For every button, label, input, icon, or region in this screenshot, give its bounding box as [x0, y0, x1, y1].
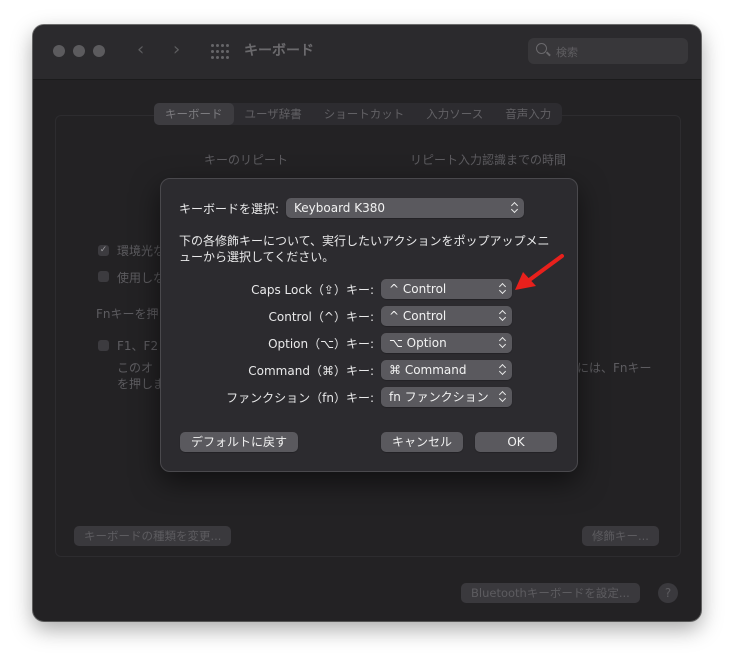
note-line1: このオ [117, 361, 154, 375]
forward-chevron-icon[interactable]: › [173, 39, 180, 60]
note-line1-right: には、Fnキー [577, 361, 652, 375]
function-keys-checkbox[interactable] [98, 340, 109, 351]
option-action-popup[interactable]: ⌥ Option [381, 333, 512, 353]
bluetooth-keyboard-button[interactable]: Bluetoothキーボードを設定... [461, 583, 640, 603]
updown-chevron-icon [499, 310, 506, 322]
close-window-button[interactable] [53, 45, 65, 57]
ok-button[interactable]: OK [475, 432, 557, 452]
updown-chevron-icon [499, 337, 506, 349]
caps-lock-action-popup[interactable]: ^ Control [381, 279, 512, 299]
description-line1: 下の各修飾キーについて、実行したいアクションをポップアップメニ [179, 234, 550, 248]
ambient-light-checkbox[interactable]: ✓ [98, 245, 109, 256]
command-key-label: Command（⌘）キー: [248, 364, 374, 378]
modifier-keys-button[interactable]: 修飾キー... [582, 526, 659, 546]
zoom-window-button[interactable] [93, 45, 105, 57]
tab-dictation[interactable]: 音声入力 [494, 103, 562, 125]
select-keyboard-label: キーボードを選択: [179, 202, 280, 216]
modifier-keys-sheet: キーボードを選択: Keyboard K380 下の各修飾キーについて、実行した… [160, 178, 578, 472]
command-action-popup[interactable]: ⌘ Command [381, 360, 512, 380]
tab-input-sources[interactable]: 入力ソース [415, 103, 494, 125]
cancel-button[interactable]: キャンセル [381, 432, 463, 452]
function-keys-label: F1、F2 [117, 339, 159, 353]
command-action-value: ⌘ Command [389, 363, 467, 377]
minimize-window-button[interactable] [73, 45, 85, 57]
back-chevron-icon[interactable]: ‹ [137, 39, 144, 60]
option-key-label: Option（⌥）キー: [268, 337, 374, 351]
function-action-popup[interactable]: fn ファンクション [381, 387, 512, 407]
annotation-arrow-icon [515, 254, 564, 290]
tab-user-dictionary[interactable]: ユーザ辞書 [234, 103, 313, 125]
updown-chevron-icon [499, 364, 506, 376]
tab-keyboard[interactable]: キーボード [154, 103, 234, 125]
caps-lock-key-label: Caps Lock（⇪）キー: [251, 283, 374, 297]
keyboard-select-popup[interactable]: Keyboard K380 [286, 198, 524, 218]
keyboard-select-value: Keyboard K380 [294, 201, 385, 215]
caps-lock-action-value: ^ Control [389, 282, 447, 296]
updown-chevron-icon [499, 283, 506, 295]
unused-checkbox[interactable] [98, 271, 109, 282]
description-line2: ューから選択してください。 [179, 250, 335, 264]
fn-key-label: Fnキーを押 [96, 307, 159, 321]
function-action-value: fn ファンクション [389, 390, 489, 404]
search-icon [536, 43, 547, 54]
repeat-delay-label: リピート入力認識までの時間 [410, 153, 567, 167]
title-bar: ‹ › キーボード 検索 [33, 25, 701, 80]
tab-bar: キーボード ユーザ辞書 ショートカット 入力ソース 音声入力 [154, 103, 563, 125]
help-button[interactable]: ? [658, 583, 678, 603]
control-action-popup[interactable]: ^ Control [381, 306, 512, 326]
note-line2: を押しま [117, 377, 166, 391]
key-repeat-label: キーのリピート [204, 153, 289, 167]
window-title: キーボード [244, 43, 314, 59]
function-key-label: ファンクション（fn）キー: [226, 391, 374, 405]
tab-shortcuts[interactable]: ショートカット [313, 103, 416, 125]
control-action-value: ^ Control [389, 309, 447, 323]
updown-chevron-icon [511, 202, 518, 214]
search-placeholder: 検索 [556, 46, 578, 59]
updown-chevron-icon [499, 391, 506, 403]
option-action-value: ⌥ Option [389, 336, 447, 350]
unused-label: 使用しな [117, 271, 166, 285]
change-keyboard-type-button[interactable]: キーボードの種類を変更... [74, 526, 232, 546]
search-field[interactable]: 検索 [528, 38, 688, 64]
ambient-light-label: 環境光な [117, 244, 166, 258]
restore-defaults-button[interactable]: デフォルトに戻す [180, 432, 298, 452]
show-all-grid-icon[interactable] [211, 44, 229, 60]
control-key-label: Control（^）キー: [268, 310, 374, 324]
